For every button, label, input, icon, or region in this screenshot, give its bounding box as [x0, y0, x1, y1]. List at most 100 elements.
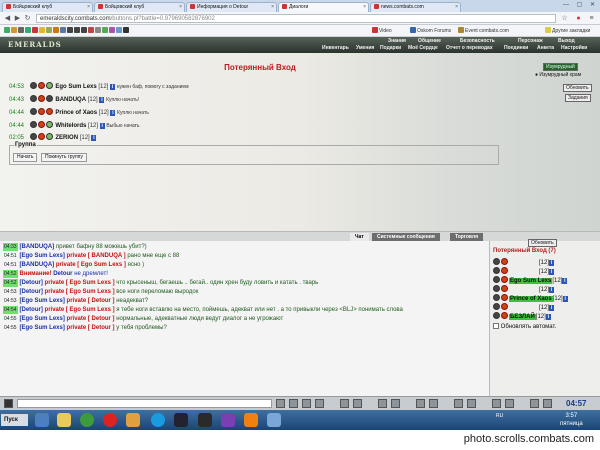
mail-icon[interactable]	[505, 399, 514, 408]
help-icon[interactable]	[429, 399, 438, 408]
channel-icon[interactable]	[378, 399, 387, 408]
bookmark-icon[interactable]	[18, 27, 24, 33]
folder-icon[interactable]	[57, 413, 71, 427]
bookmark-icon[interactable]	[11, 27, 17, 33]
browser-tab-active[interactable]: Диалоги ×	[278, 2, 369, 12]
menu-exit[interactable]: Выход	[558, 38, 575, 44]
url-input[interactable]: emeraldscity.combats.com/buttons.pl?batt…	[36, 14, 556, 23]
menu-transfers[interactable]: Отчет о переводах	[446, 45, 493, 51]
info-icon[interactable]: i	[549, 269, 555, 275]
scroll-icon[interactable]	[353, 399, 362, 408]
chat-log[interactable]: 04:33 [BANDUQA] привет бафну 88 можешь уб…	[0, 241, 490, 396]
private-icon[interactable]	[391, 399, 400, 408]
online-user[interactable]: Prince of Xaos[12] i	[493, 294, 568, 302]
menu-icon[interactable]: ≡	[587, 14, 596, 23]
clear-icon[interactable]	[289, 399, 298, 408]
menu-heart[interactable]: Моё Сердце	[408, 45, 438, 51]
window-controls[interactable]: — ▢ ✕	[563, 1, 598, 8]
media-icon[interactable]	[198, 413, 212, 427]
menu-security[interactable]: Безопасность	[460, 38, 495, 44]
online-user[interactable]: [12] i	[493, 258, 555, 266]
explorer-icon[interactable]	[35, 413, 49, 427]
filter-icon[interactable]	[340, 399, 349, 408]
bookmark-icon[interactable]	[4, 27, 10, 33]
info-icon[interactable]: i	[545, 314, 551, 320]
bookmark-icon[interactable]	[32, 27, 38, 33]
auto-refresh-checkbox[interactable]	[493, 323, 499, 329]
bookmark-icon[interactable]	[39, 27, 45, 33]
close-icon[interactable]: ×	[363, 4, 366, 10]
vs-icon[interactable]	[221, 413, 235, 427]
star-icon[interactable]: ☆	[560, 14, 569, 23]
close-icon[interactable]: ×	[271, 4, 274, 10]
skype-icon[interactable]	[151, 413, 165, 427]
info-icon[interactable]: i	[110, 84, 116, 90]
bookmark-icons[interactable]	[4, 27, 130, 35]
bag-icon[interactable]	[492, 399, 501, 408]
sound-icon[interactable]	[4, 399, 13, 408]
browser-tab[interactable]: news.combats.com ×	[370, 2, 461, 12]
menu-profile[interactable]: Анкета	[537, 45, 554, 51]
taskbar-clock[interactable]: 3:57 пятница	[560, 412, 583, 428]
participant-name[interactable]: Whitelords	[55, 123, 86, 129]
bookmark-icon[interactable]	[81, 27, 87, 33]
chat-input[interactable]	[17, 399, 272, 408]
bookmark-icon[interactable]	[60, 27, 66, 33]
forward-icon[interactable]: ▶	[13, 14, 22, 23]
chrome-icon[interactable]	[80, 413, 94, 427]
participant-name[interactable]: ZERION	[55, 135, 78, 141]
menu-skills[interactable]: Умения	[356, 45, 374, 51]
participant-name[interactable]: BANDUQA	[55, 97, 86, 103]
info-icon[interactable]: i	[562, 278, 568, 284]
utility-icon[interactable]	[126, 413, 140, 427]
browser-tab[interactable]: Бойцовский клуб ×	[2, 2, 93, 12]
online-refresh-button[interactable]: Обновить	[528, 239, 557, 247]
participant-name[interactable]: Ego Sum Lexs	[55, 84, 96, 90]
start-button[interactable]: Пуск	[1, 414, 28, 426]
participant-name[interactable]: Prince of Xaos	[55, 110, 97, 116]
map-icon[interactable]	[467, 399, 476, 408]
info-icon[interactable]: i	[549, 260, 555, 266]
browser-tab[interactable]: Бойцовский клуб ×	[94, 2, 185, 12]
info-icon[interactable]: i	[549, 305, 555, 311]
opera-icon[interactable]	[103, 413, 117, 427]
info-icon[interactable]: i	[549, 287, 555, 293]
back-icon[interactable]: ◀	[3, 14, 12, 23]
menu-settings[interactable]: Настройки	[561, 45, 587, 51]
online-user[interactable]: Ego Sum Lexs[12] i	[493, 276, 568, 284]
info-icon[interactable]: i	[99, 97, 105, 103]
log-icon[interactable]	[454, 399, 463, 408]
info-icon[interactable]: i	[91, 135, 97, 141]
info-icon[interactable]: i	[99, 123, 105, 129]
settings-icon[interactable]	[416, 399, 425, 408]
bookmark-icon[interactable]	[102, 27, 108, 33]
translit-icon[interactable]	[315, 399, 324, 408]
bookmark-icon[interactable]	[116, 27, 122, 33]
bookmark-icon[interactable]	[123, 27, 129, 33]
bookmark-icon[interactable]	[67, 27, 73, 33]
extension-icon[interactable]: ●	[574, 14, 583, 23]
smiles-icon[interactable]	[302, 399, 311, 408]
menu-character[interactable]: Персонаж	[518, 38, 543, 44]
close-icon[interactable]: ×	[455, 4, 458, 10]
app-icon[interactable]	[267, 413, 281, 427]
online-user[interactable]: [12] i	[493, 285, 555, 293]
tasks-button[interactable]: Задания	[565, 94, 591, 102]
system-tray[interactable]: RU	[496, 413, 503, 419]
bookmark-icon[interactable]	[95, 27, 101, 33]
close-icon[interactable]: ×	[87, 4, 90, 10]
bookmark-icon[interactable]	[25, 27, 31, 33]
menu-gifts[interactable]: Подарки	[380, 45, 401, 51]
browser-tab[interactable]: Информация о Detour ×	[186, 2, 277, 12]
online-user[interactable]: БЕЗЛАЙ[12] i	[493, 312, 551, 320]
info-icon[interactable]: i	[110, 110, 116, 116]
friends-icon[interactable]	[530, 399, 539, 408]
bookmark-icon[interactable]	[74, 27, 80, 33]
refresh-button[interactable]: Обновить	[563, 84, 592, 92]
info-icon[interactable]: i	[562, 296, 568, 302]
exit-icon[interactable]	[543, 399, 552, 408]
bookmark-icon[interactable]	[46, 27, 52, 33]
bookmark-event[interactable]: Event combats.com	[458, 27, 509, 35]
reload-icon[interactable]: ↻	[23, 14, 32, 23]
vlc-icon[interactable]	[244, 413, 258, 427]
